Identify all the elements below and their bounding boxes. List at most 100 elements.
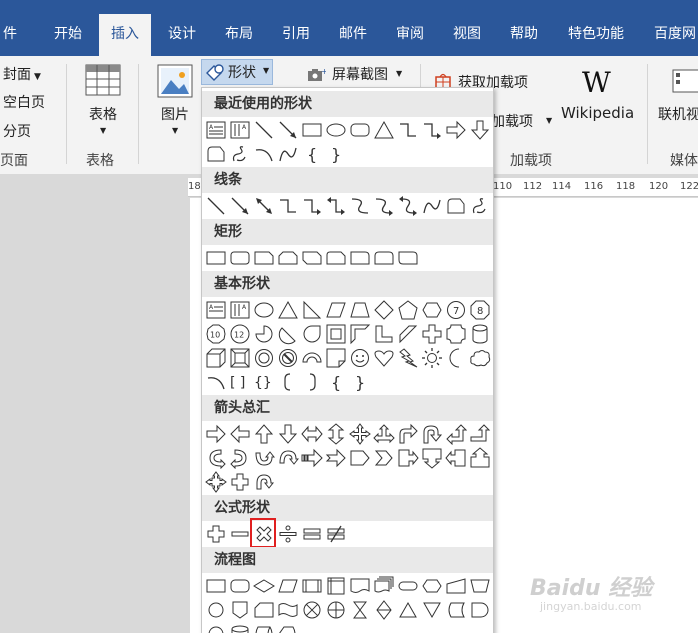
shape-cube[interactable]	[205, 347, 227, 369]
shape-bevel[interactable]	[229, 347, 251, 369]
shape-diamond[interactable]	[373, 299, 395, 321]
tab-mailings[interactable]: 邮件	[329, 14, 377, 56]
shape-right-arrow-callout[interactable]	[397, 447, 419, 469]
shape-up-arrow[interactable]	[253, 423, 275, 445]
shape-oval[interactable]	[325, 119, 347, 141]
tab-references[interactable]: 引用	[272, 14, 320, 56]
shape-curved-arrow[interactable]	[373, 195, 395, 217]
shape-up-down-arrow[interactable]	[325, 423, 347, 445]
shape-no-symbol[interactable]	[277, 347, 299, 369]
shape-flowchart-connector[interactable]	[205, 599, 227, 621]
shape-flowchart-multidocument[interactable]	[373, 575, 395, 597]
shape-flowchart-preparation[interactable]	[421, 575, 443, 597]
shape-left-bracket[interactable]	[277, 371, 299, 393]
picture-button[interactable]: 图片 ▼	[152, 64, 198, 144]
shape-half-frame[interactable]	[349, 323, 371, 345]
tab-help[interactable]: 帮助	[500, 14, 548, 56]
shape-rectangle[interactable]	[205, 247, 227, 269]
shape-flowchart-document[interactable]	[349, 575, 371, 597]
shape-scribble[interactable]	[469, 195, 491, 217]
shape-double-bracket[interactable]: [ ]	[229, 371, 251, 393]
shape-left-right-up-arrow[interactable]	[373, 423, 395, 445]
shape-parallelogram[interactable]	[325, 299, 347, 321]
tab-home[interactable]: 开始	[44, 14, 92, 56]
shape-double-brace[interactable]: {}	[253, 371, 275, 393]
shape-u-turn-arrow[interactable]	[421, 423, 443, 445]
shape-left-brace[interactable]: {	[325, 371, 347, 393]
shape-flowchart-delay[interactable]	[469, 599, 491, 621]
shape-freeform-scribble[interactable]	[229, 143, 251, 165]
shape-diagonal-stripe[interactable]	[397, 323, 419, 345]
blank-page-button[interactable]: 空白页	[3, 92, 45, 112]
shape-flowchart-sort[interactable]	[373, 599, 395, 621]
shape-flowchart-summing-junction[interactable]	[301, 599, 323, 621]
shape-line[interactable]	[253, 119, 275, 141]
shape-flowchart-direct-access-storage[interactable]	[253, 623, 275, 633]
shape-oval[interactable]	[253, 299, 275, 321]
shape-snip-diagonal-rectangle[interactable]	[301, 247, 323, 269]
shape-striped-right-arrow[interactable]	[301, 447, 323, 469]
shape-circular-arrow[interactable]	[253, 471, 275, 493]
shape-triangle[interactable]	[277, 299, 299, 321]
tab-review[interactable]: 审阅	[386, 14, 434, 56]
shape-snip-same-side-rectangle[interactable]	[277, 247, 299, 269]
shape-chord[interactable]	[277, 323, 299, 345]
shape-flowchart-internal-storage[interactable]	[325, 575, 347, 597]
shape-left-brace[interactable]: {	[301, 143, 323, 165]
shape-text-box[interactable]: A	[205, 299, 227, 321]
shape-curved-down-arrow[interactable]	[277, 447, 299, 469]
shape-quad-arrow-callout[interactable]	[205, 471, 227, 493]
shape-round-same-side-rectangle[interactable]	[373, 247, 395, 269]
shape-rounded-rectangle[interactable]	[229, 247, 251, 269]
shape-trapezoid[interactable]	[349, 299, 371, 321]
shape-elbow-double-arrow[interactable]	[325, 195, 347, 217]
shape-left-up-arrow[interactable]	[445, 423, 467, 445]
online-video-button[interactable]: 联机视	[656, 64, 698, 134]
tab-insert[interactable]: 插入	[99, 14, 151, 56]
shape-moon[interactable]	[445, 347, 467, 369]
shape-elbow-arrow[interactable]	[301, 195, 323, 217]
shape-donut[interactable]	[253, 347, 275, 369]
shape-flowchart-alternate-process[interactable]	[229, 575, 251, 597]
shape-vertical-text-box[interactable]: A	[229, 299, 251, 321]
shape-flowchart-magnetic-disk[interactable]	[229, 623, 251, 633]
shape-snip-corner-rectangle[interactable]	[253, 247, 275, 269]
shape-minus[interactable]	[229, 523, 251, 545]
shape-flowchart-extract[interactable]	[397, 599, 419, 621]
shape-equal[interactable]	[301, 523, 323, 545]
shape-plus-arrow[interactable]	[229, 471, 251, 493]
shape-flowchart-card[interactable]	[253, 599, 275, 621]
shape-curve[interactable]	[277, 143, 299, 165]
shape-down-arrow[interactable]	[469, 119, 491, 141]
shape-flowchart-punched-tape[interactable]	[277, 599, 299, 621]
shape-up-arrow-callout[interactable]	[469, 447, 491, 469]
shape-flowchart-merge[interactable]	[421, 599, 443, 621]
shape-flowchart-off-page-connector[interactable]	[229, 599, 251, 621]
shape-decagon[interactable]: 10	[205, 323, 227, 345]
shape-pie[interactable]	[253, 323, 275, 345]
shape-rounded-rectangle[interactable]	[349, 119, 371, 141]
shape-plaque[interactable]	[445, 323, 467, 345]
shape-pentagon[interactable]	[397, 299, 419, 321]
shape-heptagon[interactable]: 7	[445, 299, 467, 321]
shape-dodecagon[interactable]: 12	[229, 323, 251, 345]
shape-elbow-connector[interactable]	[277, 195, 299, 217]
shape-hexagon[interactable]	[421, 299, 443, 321]
shape-left-arrow-callout[interactable]	[445, 447, 467, 469]
screenshot-button[interactable]: + 屏幕截图 ▼	[306, 64, 406, 84]
shape-arrow[interactable]	[229, 195, 251, 217]
shape-curved-left-arrow[interactable]	[229, 447, 251, 469]
shape-sun[interactable]	[421, 347, 443, 369]
shape-flowchart-manual-operation[interactable]	[469, 575, 491, 597]
tab-design[interactable]: 设计	[158, 14, 206, 56]
shape-right-triangle[interactable]	[301, 299, 323, 321]
shape-notched-right-arrow[interactable]	[325, 447, 347, 469]
shape-freeform[interactable]	[445, 195, 467, 217]
shape-flowchart-sequential-access-storage[interactable]	[205, 623, 227, 633]
wikipedia-button[interactable]: W Wikipedia	[560, 64, 640, 134]
shape-chevron[interactable]	[373, 447, 395, 469]
cover-page-button[interactable]: 封面 ▼	[3, 64, 41, 84]
shape-snip-rectangle[interactable]	[205, 143, 227, 165]
shape-curved-up-arrow[interactable]	[253, 447, 275, 469]
shape-curved-connector[interactable]	[349, 195, 371, 217]
